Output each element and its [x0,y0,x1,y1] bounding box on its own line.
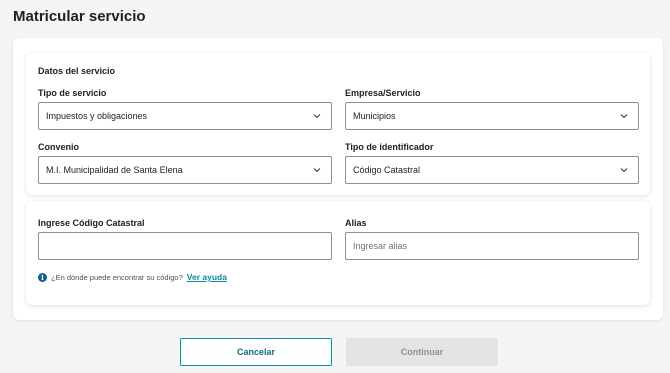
tipo-servicio-select[interactable]: Impuestos y obligaciones [38,102,332,130]
help-text: ¿En dónde puede encontrar su código? [51,272,183,282]
tipo-identificador-label: Tipo de identificador [345,142,434,152]
cancel-button[interactable]: Cancelar [180,338,332,366]
convenio-value: M.I. Municipalidad de Santa Elena [46,165,183,175]
empresa-servicio-value: Municipios [353,111,396,121]
alias-placeholder: Ingresar alias [353,241,408,251]
alias-label: Alias [345,218,367,228]
codigo-catastral-label: Ingrese Código Catastral [38,218,145,228]
info-icon: i [38,272,47,282]
section-title: Datos del servicio [38,66,116,76]
chevron-down-icon [620,114,628,119]
tipo-identificador-value: Código Catastral [353,165,421,175]
chevron-down-icon [313,168,321,173]
chevron-down-icon [620,168,628,173]
continue-button[interactable]: Continuar [346,338,498,366]
help-row: i ¿En dónde puede encontrar su código? V… [38,272,227,282]
empresa-servicio-select[interactable]: Municipios [345,102,639,130]
tipo-servicio-label: Tipo de servicio [38,88,107,98]
page-title: Matricular servicio [13,8,146,25]
ver-ayuda-link[interactable]: Ver ayuda [187,272,227,282]
convenio-label: Convenio [38,142,80,152]
chevron-down-icon [313,114,321,119]
codigo-catastral-input[interactable] [38,232,332,260]
empresa-servicio-label: Empresa/Servicio [345,88,421,98]
tipo-identificador-select[interactable]: Código Catastral [345,156,639,184]
tipo-servicio-value: Impuestos y obligaciones [46,111,148,121]
alias-input[interactable]: Ingresar alias [345,232,639,260]
convenio-select[interactable]: M.I. Municipalidad de Santa Elena [38,156,332,184]
